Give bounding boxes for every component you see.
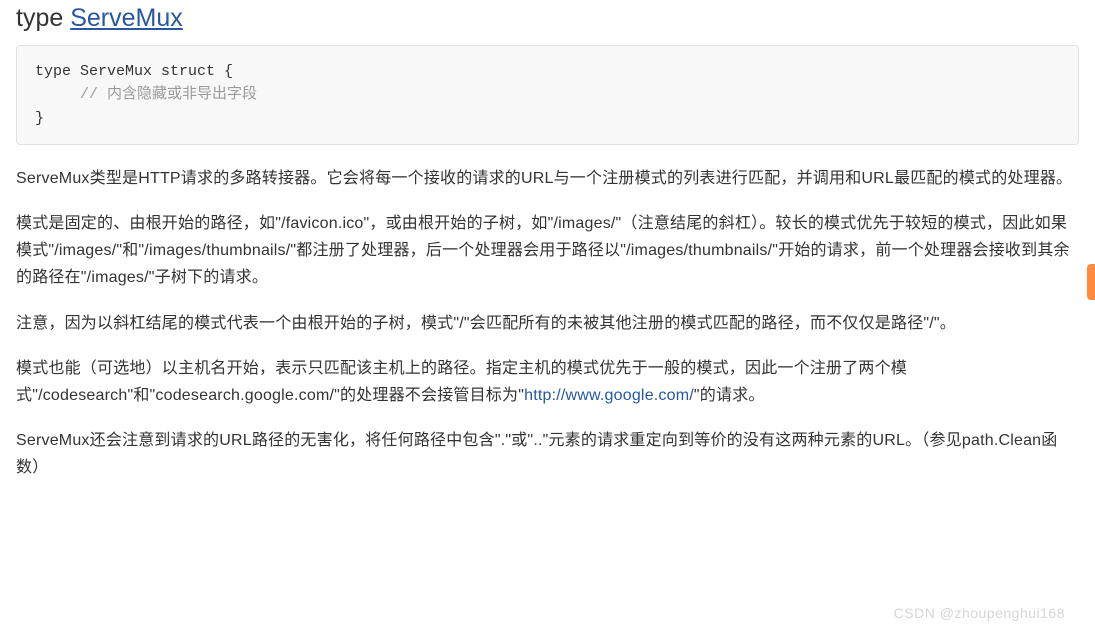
code-line-1: type ServeMux struct { bbox=[35, 63, 233, 80]
paragraph-4a: 模式也能（可选地）以主机名开始，表示只匹配该主机上的路径。指定主机的模式优先于一… bbox=[16, 360, 907, 404]
right-edge-indicator bbox=[1087, 264, 1095, 300]
paragraph-4: 模式也能（可选地）以主机名开始，表示只匹配该主机上的路径。指定主机的模式优先于一… bbox=[16, 355, 1079, 409]
paragraph-5: ServeMux还会注意到请求的URL路径的无害化，将任何路径中包含"."或".… bbox=[16, 427, 1079, 481]
code-block: type ServeMux struct { // 内含隐藏或非导出字段 } bbox=[16, 45, 1079, 145]
type-keyword: type bbox=[16, 4, 63, 32]
paragraph-1: ServeMux类型是HTTP请求的多路转接器。它会将每一个接收的请求的URL与… bbox=[16, 165, 1079, 192]
google-link[interactable]: http://www.google.com/ bbox=[524, 387, 694, 404]
watermark-text: CSDN @zhoupenghui168 bbox=[894, 605, 1065, 621]
paragraph-2: 模式是固定的、由根开始的路径，如"/favicon.ico"，或由根开始的子树，… bbox=[16, 210, 1079, 292]
type-heading: type ServeMux bbox=[16, 4, 1079, 33]
code-line-3: } bbox=[35, 110, 44, 127]
typename-link[interactable]: ServeMux bbox=[70, 4, 183, 32]
paragraph-4b: "的请求。 bbox=[694, 387, 765, 404]
code-comment-text: 内含隐藏或非导出字段 bbox=[107, 86, 257, 103]
code-comment-indent: // bbox=[35, 86, 107, 103]
paragraph-3: 注意，因为以斜杠结尾的模式代表一个由根开始的子树，模式"/"会匹配所有的未被其他… bbox=[16, 310, 1079, 337]
